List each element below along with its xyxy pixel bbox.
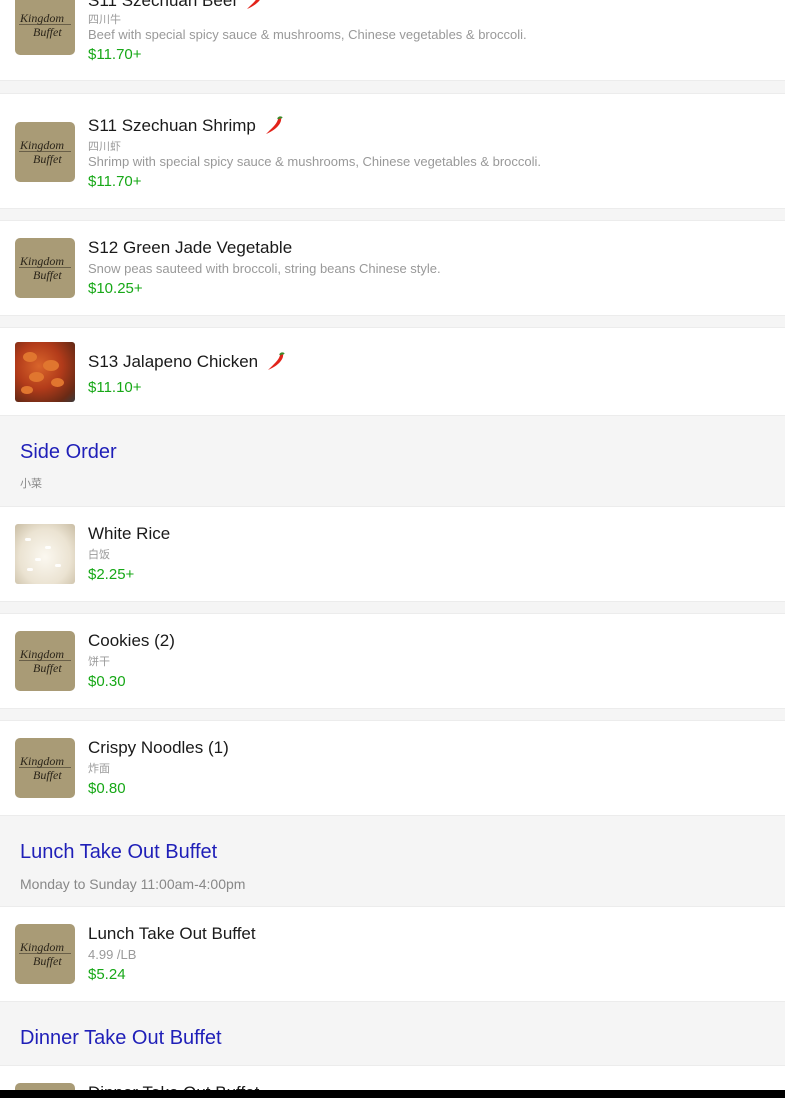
item-price: $11.70+ bbox=[88, 173, 142, 190]
item-chinese-name: 饼干 bbox=[88, 656, 110, 668]
section-title: Lunch Take Out Buffet bbox=[20, 841, 218, 863]
menu-item-green-jade-vegetable[interactable]: Kingdom Buffet S12 Green Jade Vegetable S… bbox=[0, 220, 785, 316]
kingdom-buffet-logo: KingdomBuffet bbox=[15, 0, 75, 55]
section-title: Side Order bbox=[20, 441, 117, 463]
section-subtitle: Monday to Sunday 11:00am-4:00pm bbox=[20, 876, 246, 892]
menu-item-lunch-buffet[interactable]: Kingdom Buffet Lunch Take Out Buffet 4.99… bbox=[0, 906, 785, 1002]
section-header-lunch-buffet: Lunch Take Out Buffet Monday to Sunday 1… bbox=[0, 816, 785, 906]
item-name: White Rice bbox=[88, 524, 171, 543]
chili-pepper-icon bbox=[267, 352, 285, 370]
rice-photo bbox=[15, 524, 75, 584]
section-subtitle: 小菜 bbox=[20, 478, 42, 490]
menu-item-jalapeno-chicken[interactable]: S13 Jalapeno Chicken $11.10+ bbox=[0, 327, 785, 416]
item-name: S11 Szechuan Shrimp bbox=[88, 116, 285, 136]
chicken-photo bbox=[15, 342, 75, 402]
item-price: $11.70+ bbox=[88, 46, 142, 63]
item-chinese-name: 白饭 bbox=[88, 549, 110, 561]
section-header-side-order: Side Order 小菜 bbox=[0, 416, 785, 506]
item-name: Crispy Noodles (1) bbox=[88, 738, 229, 757]
item-chinese-name: 炸面 bbox=[88, 763, 110, 775]
item-name: Lunch Take Out Buffet bbox=[88, 924, 256, 943]
item-name: S12 Green Jade Vegetable bbox=[88, 238, 293, 257]
menu-item-crispy-noodles[interactable]: Kingdom Buffet Crispy Noodles (1) 炸面 $0.8… bbox=[0, 720, 785, 816]
kingdom-buffet-logo: KingdomBuffet bbox=[15, 738, 75, 798]
item-name: S13 Jalapeno Chicken bbox=[88, 352, 287, 372]
section-title: Dinner Take Out Buffet bbox=[20, 1027, 222, 1049]
menu-item-white-rice[interactable]: White Rice 白饭 $2.25+ bbox=[0, 506, 785, 602]
item-chinese-name: 四川虾 bbox=[88, 141, 121, 153]
item-description: Beef with special spicy sauce & mushroom… bbox=[88, 27, 527, 42]
item-description: Shrimp with special spicy sauce & mushro… bbox=[88, 154, 542, 169]
item-price: $11.10+ bbox=[88, 379, 142, 396]
item-price: $0.80 bbox=[88, 780, 126, 797]
item-price: $2.25+ bbox=[88, 566, 135, 583]
item-name: S11 Szechuan Beef bbox=[88, 0, 266, 11]
item-description: Snow peas sauteed with broccoli, string … bbox=[88, 261, 441, 276]
kingdom-buffet-logo: KingdomBuffet bbox=[15, 238, 75, 298]
item-name: Cookies (2) bbox=[88, 631, 175, 650]
item-chinese-name: 四川牛 bbox=[88, 14, 121, 26]
chili-pepper-icon bbox=[265, 116, 283, 134]
item-price: $10.25+ bbox=[88, 280, 143, 297]
section-header-dinner-buffet: Dinner Take Out Buffet bbox=[0, 1002, 785, 1065]
menu-item-szechuan-shrimp[interactable]: Kingdom Buffet S11 Szechuan Shrimp 四川虾 Sh… bbox=[0, 93, 785, 209]
item-price: $5.24 bbox=[88, 966, 126, 983]
chili-pepper-icon bbox=[246, 0, 260, 9]
kingdom-buffet-logo: KingdomBuffet bbox=[15, 631, 75, 691]
item-unit-price: 4.99 /LB bbox=[88, 947, 137, 962]
menu-item-cookies[interactable]: Kingdom Buffet Cookies (2) 饼干 $0.30 bbox=[0, 613, 785, 709]
bottom-bar bbox=[0, 1090, 785, 1098]
item-price: $0.30 bbox=[88, 673, 126, 690]
kingdom-buffet-logo: KingdomBuffet bbox=[15, 924, 75, 984]
kingdom-buffet-logo: KingdomBuffet bbox=[15, 122, 75, 182]
menu-item-szechuan-beef[interactable]: Kingdom Buffet S11 Szechuan Beef 四川牛 Beef… bbox=[0, 0, 785, 81]
